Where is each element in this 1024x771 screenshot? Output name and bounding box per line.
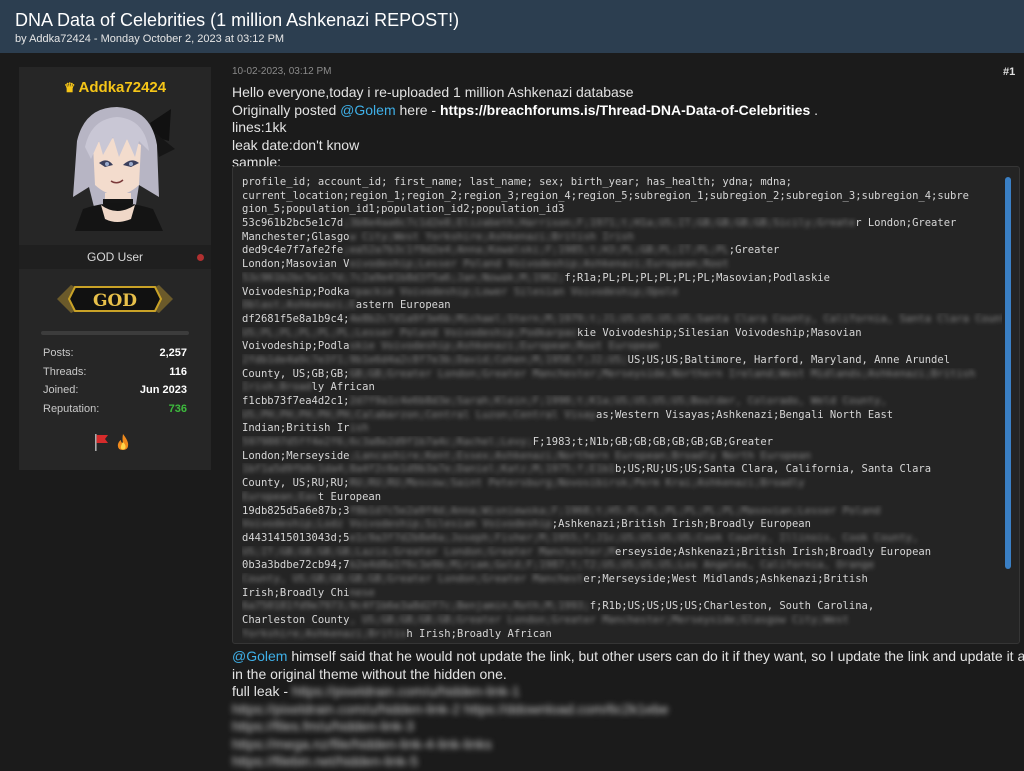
usertitle-bar: GOD User [19,245,211,269]
stat-threads: Threads: 116 [43,365,187,378]
fire-award-icon[interactable] [115,433,131,451]
code-line: 19db825d5a6e87b;3f8b1d7c5e2a9f4d;Anna;Wi… [242,504,881,517]
code-line: Indian;British Irish [242,422,369,435]
thread-byline: by Addka72424 - Monday October 2, 2023 a… [15,33,285,45]
avatar[interactable] [55,101,175,231]
code-line: df2681f5e8a1b9c4;4e8b2c7d1a9f3e6b;Michae… [242,312,1002,325]
hidden-link-1[interactable]: https://pixeldrain.com/u/hidden-link-2 h… [232,701,669,717]
code-line: County, US;GB;GB;GB;GB;Greater London;Gr… [242,572,868,585]
stat-joined: Joined: Jun 2023 [43,384,187,396]
crown-icon: ♛ [63,80,76,95]
post-line-4: leak date:don't know [232,136,360,153]
hidden-link-4[interactable]: https://filebin.net/hidden-link-5 [232,753,418,769]
code-line: 1bf1a5d9fb0c1da4;8a4f2c6e1d9b3a7e;Daniel… [242,463,932,476]
code-line: US;IT;GB;GB;GB;GB;Lazio;Greater London;G… [242,545,932,558]
code-line: Oblast;Ashkenazi;Eastern European [242,299,451,312]
hidden-link-0[interactable]: https://pixeldrain.com/u/hidden-link-1 [292,683,520,699]
code-line: gion_5;population_id1;population_id2;pop… [242,203,565,216]
after-line-1: @Golem himself said that he would not up… [232,648,1024,664]
code-line: 0b3a3bdbe72cb94;7b2e4d8a1f6c3e9b;Miriam;… [242,559,875,572]
post-date: 10-02-2023, 03:12 PM [232,66,332,77]
after-line-6: https://mega.nz/file/hidden-link-4-link-… [232,736,1018,754]
post-footer-text: @Golem himself said that he would not up… [232,648,1024,771]
code-line: US;PH;PH;PH;PH;PH;Calabarzon;Central Luz… [242,408,894,421]
post-body: Hello everyone,today i re-uploaded 1 mil… [232,84,1012,172]
code-line: London;Masovian Voivodeship;Lesser Polan… [242,258,729,271]
post-line-1: Hello everyone,today i re-uploaded 1 mil… [232,84,634,100]
code-line: County, US;RU;RU;RU;RU;RU;Moscow;Saint P… [242,477,805,490]
code-line: 53c961b2bc5e1c7d;3b8e4aa0c7c1d2e8;Elizab… [242,217,957,230]
author-username-link[interactable]: ♛ Addka72424 [19,79,211,96]
code-line: 53c961b2bc5e1c7d;7c2a9e41b8d3f5a6;Jan;No… [242,271,830,284]
stat-posts: Posts: 2,257 [43,347,187,359]
rank-progress-bar [41,331,189,335]
code-line: Manchester;Glasgow City;West Yorkshire;A… [242,230,634,243]
status-dot [197,254,204,261]
after-line-4: https://pixeldrain.com/u/hidden-link-2 h… [232,701,1018,719]
code-line: Voivodeship;Lodz Voivodeship;Silesian Vo… [242,518,811,531]
thread-title: DNA Data of Celebrities (1 million Ashke… [15,10,460,30]
usertitle: GOD User [86,250,143,264]
code-line: d4431415013043d;5e1c9a3f7d2b8e6a;Joseph;… [242,531,919,544]
thread-header: DNA Data of Celebrities (1 million Ashke… [0,0,1024,54]
code-scrollbar[interactable] [1005,175,1011,635]
code-block[interactable]: profile_id; account_id; first_name; last… [232,166,1020,644]
rank-text: GOD [93,291,137,311]
mention-link[interactable]: @Golem [340,102,395,118]
post: ♛ Addka72424 GOD User GOD Posts: 2,257 T… [0,53,1024,769]
stat-reputation[interactable]: Reputation: 736 [43,403,187,422]
code-content: profile_id; account_id; first_name; last… [242,176,1002,641]
code-line: Yorkshire;Ashkenazi;British Irish;Broadl… [242,627,552,640]
username-text: Addka72424 [78,79,167,96]
after-line-2: in the original theme without the hidden… [232,665,507,682]
author-panel: ♛ Addka72424 GOD User GOD Posts: 2,257 T… [19,67,211,470]
code-line: Charleston County, US;GB;GB;GB;GB;Greate… [242,614,849,626]
after-line-3: full leak - https://pixeldrain.com/u/hid… [232,683,520,699]
code-line: 2fdb1de4a9c7e3f1;9b1e6d4a2c8f7e3b;David;… [242,353,951,366]
code-line: profile_id; account_id; first_name; last… [242,176,792,188]
code-scrollbar-thumb[interactable] [1005,177,1011,569]
code-line: 5979807d5ff4e2f6;6c3a8e2d9f1b7a4c;Rachel… [242,436,774,449]
mention-link-2[interactable]: @Golem [232,648,287,664]
code-line: European;East European [242,490,382,503]
code-line: 6a750181fd9e7973;9c4f1b6e3a8d2f7c;Benjam… [242,600,875,613]
code-line: London;Merseyside;Lancashire;Kent;Essex;… [242,449,811,462]
code-line: Irish;Broadly African [242,381,375,394]
rank-badge: GOD [57,285,173,313]
post-line-2: Originally posted @Golem here - https://… [232,101,819,118]
code-line: Voivodeship;Podlaskie Voivodeship;Ashken… [242,340,660,353]
after-line-7: https://filebin.net/hidden-link-5 [232,753,1018,771]
post-permalink[interactable]: #1 [1003,66,1015,78]
code-line: ded9c4e7f7afe2fe;ea52a7b3c1f9d2e4;Anna;K… [242,244,780,257]
code-line: Voivodeship;Podkarpackie Voivodeship;Low… [242,285,679,298]
code-line: current_location;region_1;region_2;regio… [242,189,969,202]
hidden-link-2[interactable]: https://files.fm/u/hidden-link-3 [232,718,414,734]
code-line: County, US;GB;GB;GB;GB;Greater London;Gr… [242,367,976,380]
after-line-5: https://files.fm/u/hidden-link-3 [232,718,1018,736]
code-line: Irish;Broadly Chinese [242,586,375,599]
author-stats: Posts: 2,257 Threads: 116 Joined: Jun 20… [43,347,187,421]
post-line-3: lines:1kk [232,119,287,135]
code-line: f1cbb73f7ea4d2c1;2d7f9a1c4e6b8d3e;Sarah;… [242,395,887,407]
source-thread-link[interactable]: https://breachforums.is/Thread-DNA-Data-… [440,102,810,118]
flag-award-icon[interactable] [93,433,109,451]
hidden-link-3[interactable]: https://mega.nz/file/hidden-link-4-link-… [232,736,492,752]
code-line: US;PL;PL;PL;PL;PL;Lesser Poland Voivodes… [242,326,862,339]
